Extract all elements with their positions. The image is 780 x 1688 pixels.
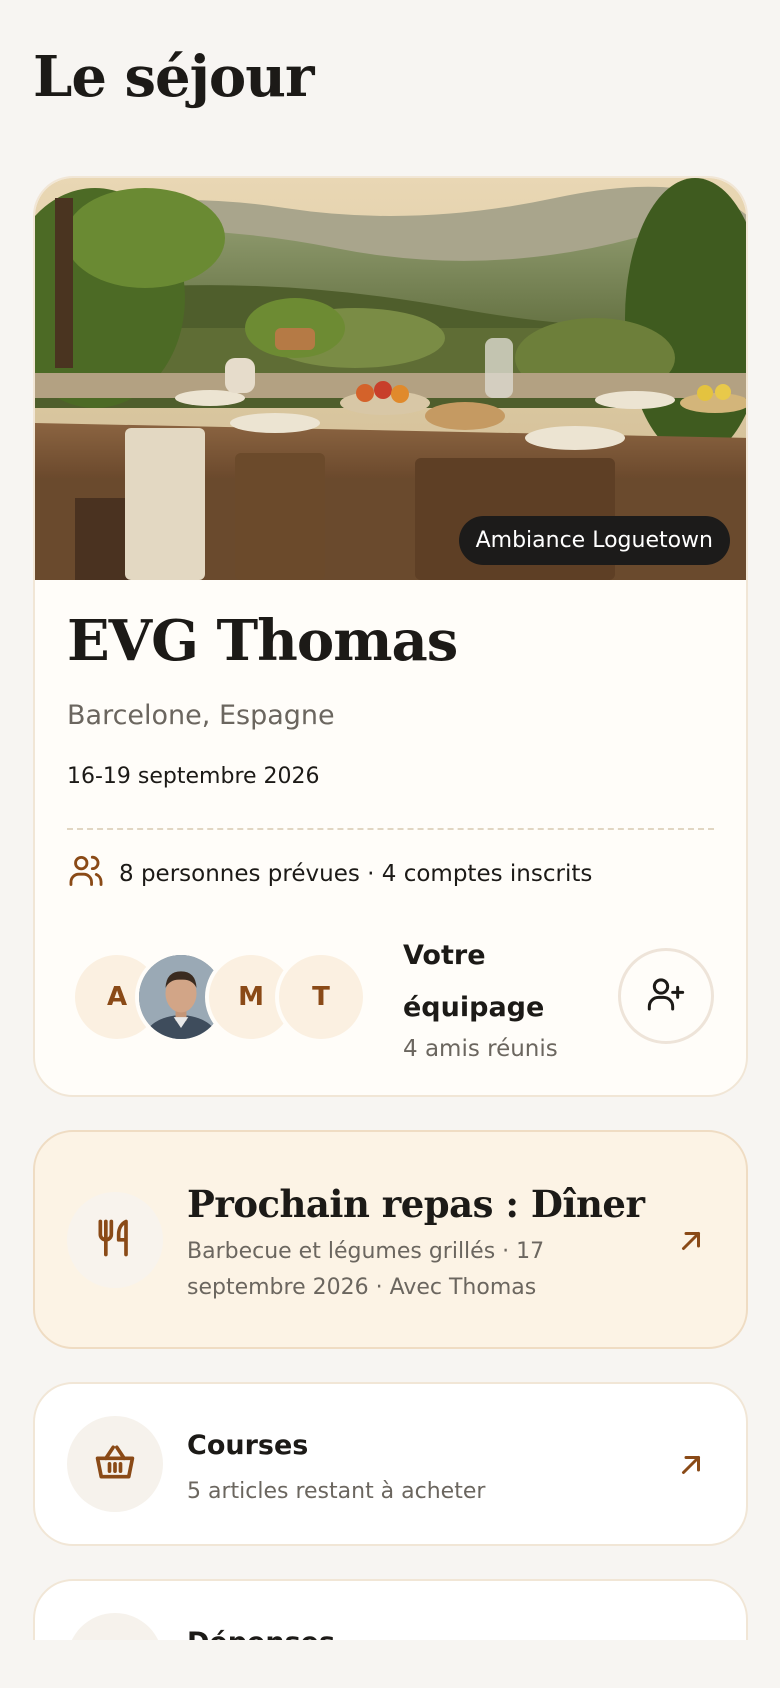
avatar: T [275, 951, 367, 1043]
hero-badge: Ambiance Loguetown [458, 516, 730, 565]
team-subtitle: 4 amis réunis [403, 1036, 558, 1062]
invite-button[interactable] [618, 948, 714, 1044]
team-title: Votre équipage [403, 940, 545, 1023]
meal-title: Prochain repas : Dîner [187, 1182, 645, 1226]
utensils-icon [93, 1216, 137, 1264]
meal-icon-circle [67, 1192, 163, 1288]
trip-location: Barcelone, Espagne [67, 700, 335, 731]
arrow-up-right-icon [676, 1450, 706, 1484]
team-avatars[interactable]: A M T [71, 951, 371, 1043]
trip-dates: 16-19 septembre 2026 [67, 764, 320, 789]
shopping-card[interactable]: Courses 5 articles restant à acheter [33, 1382, 748, 1546]
user-plus-icon [646, 974, 686, 1018]
bottom-safe-area [0, 1640, 780, 1688]
trip-hero-image: Ambiance Loguetown [35, 178, 746, 580]
divider [67, 828, 714, 830]
people-summary-text: 8 personnes prévues · 4 comptes inscrits [119, 861, 593, 887]
trip-card[interactable]: Ambiance Loguetown EVG Thomas Barcelone,… [33, 176, 748, 1097]
shopping-subtitle: 5 articles restant à acheter [187, 1479, 486, 1504]
users-icon [67, 852, 105, 896]
meal-subtitle: Barbecue et légumes grillés · 17 septemb… [187, 1239, 545, 1300]
basket-icon [93, 1440, 137, 1488]
shopping-icon-circle [67, 1416, 163, 1512]
shopping-title: Courses [187, 1430, 309, 1461]
next-meal-card[interactable]: Prochain repas : Dîner Barbecue et légum… [33, 1130, 748, 1349]
trip-name: EVG Thomas [67, 608, 458, 674]
arrow-up-right-icon [676, 1226, 706, 1260]
page-title: Le séjour [33, 44, 314, 110]
people-summary-row: 8 personnes prévues · 4 comptes inscrits [67, 854, 592, 894]
